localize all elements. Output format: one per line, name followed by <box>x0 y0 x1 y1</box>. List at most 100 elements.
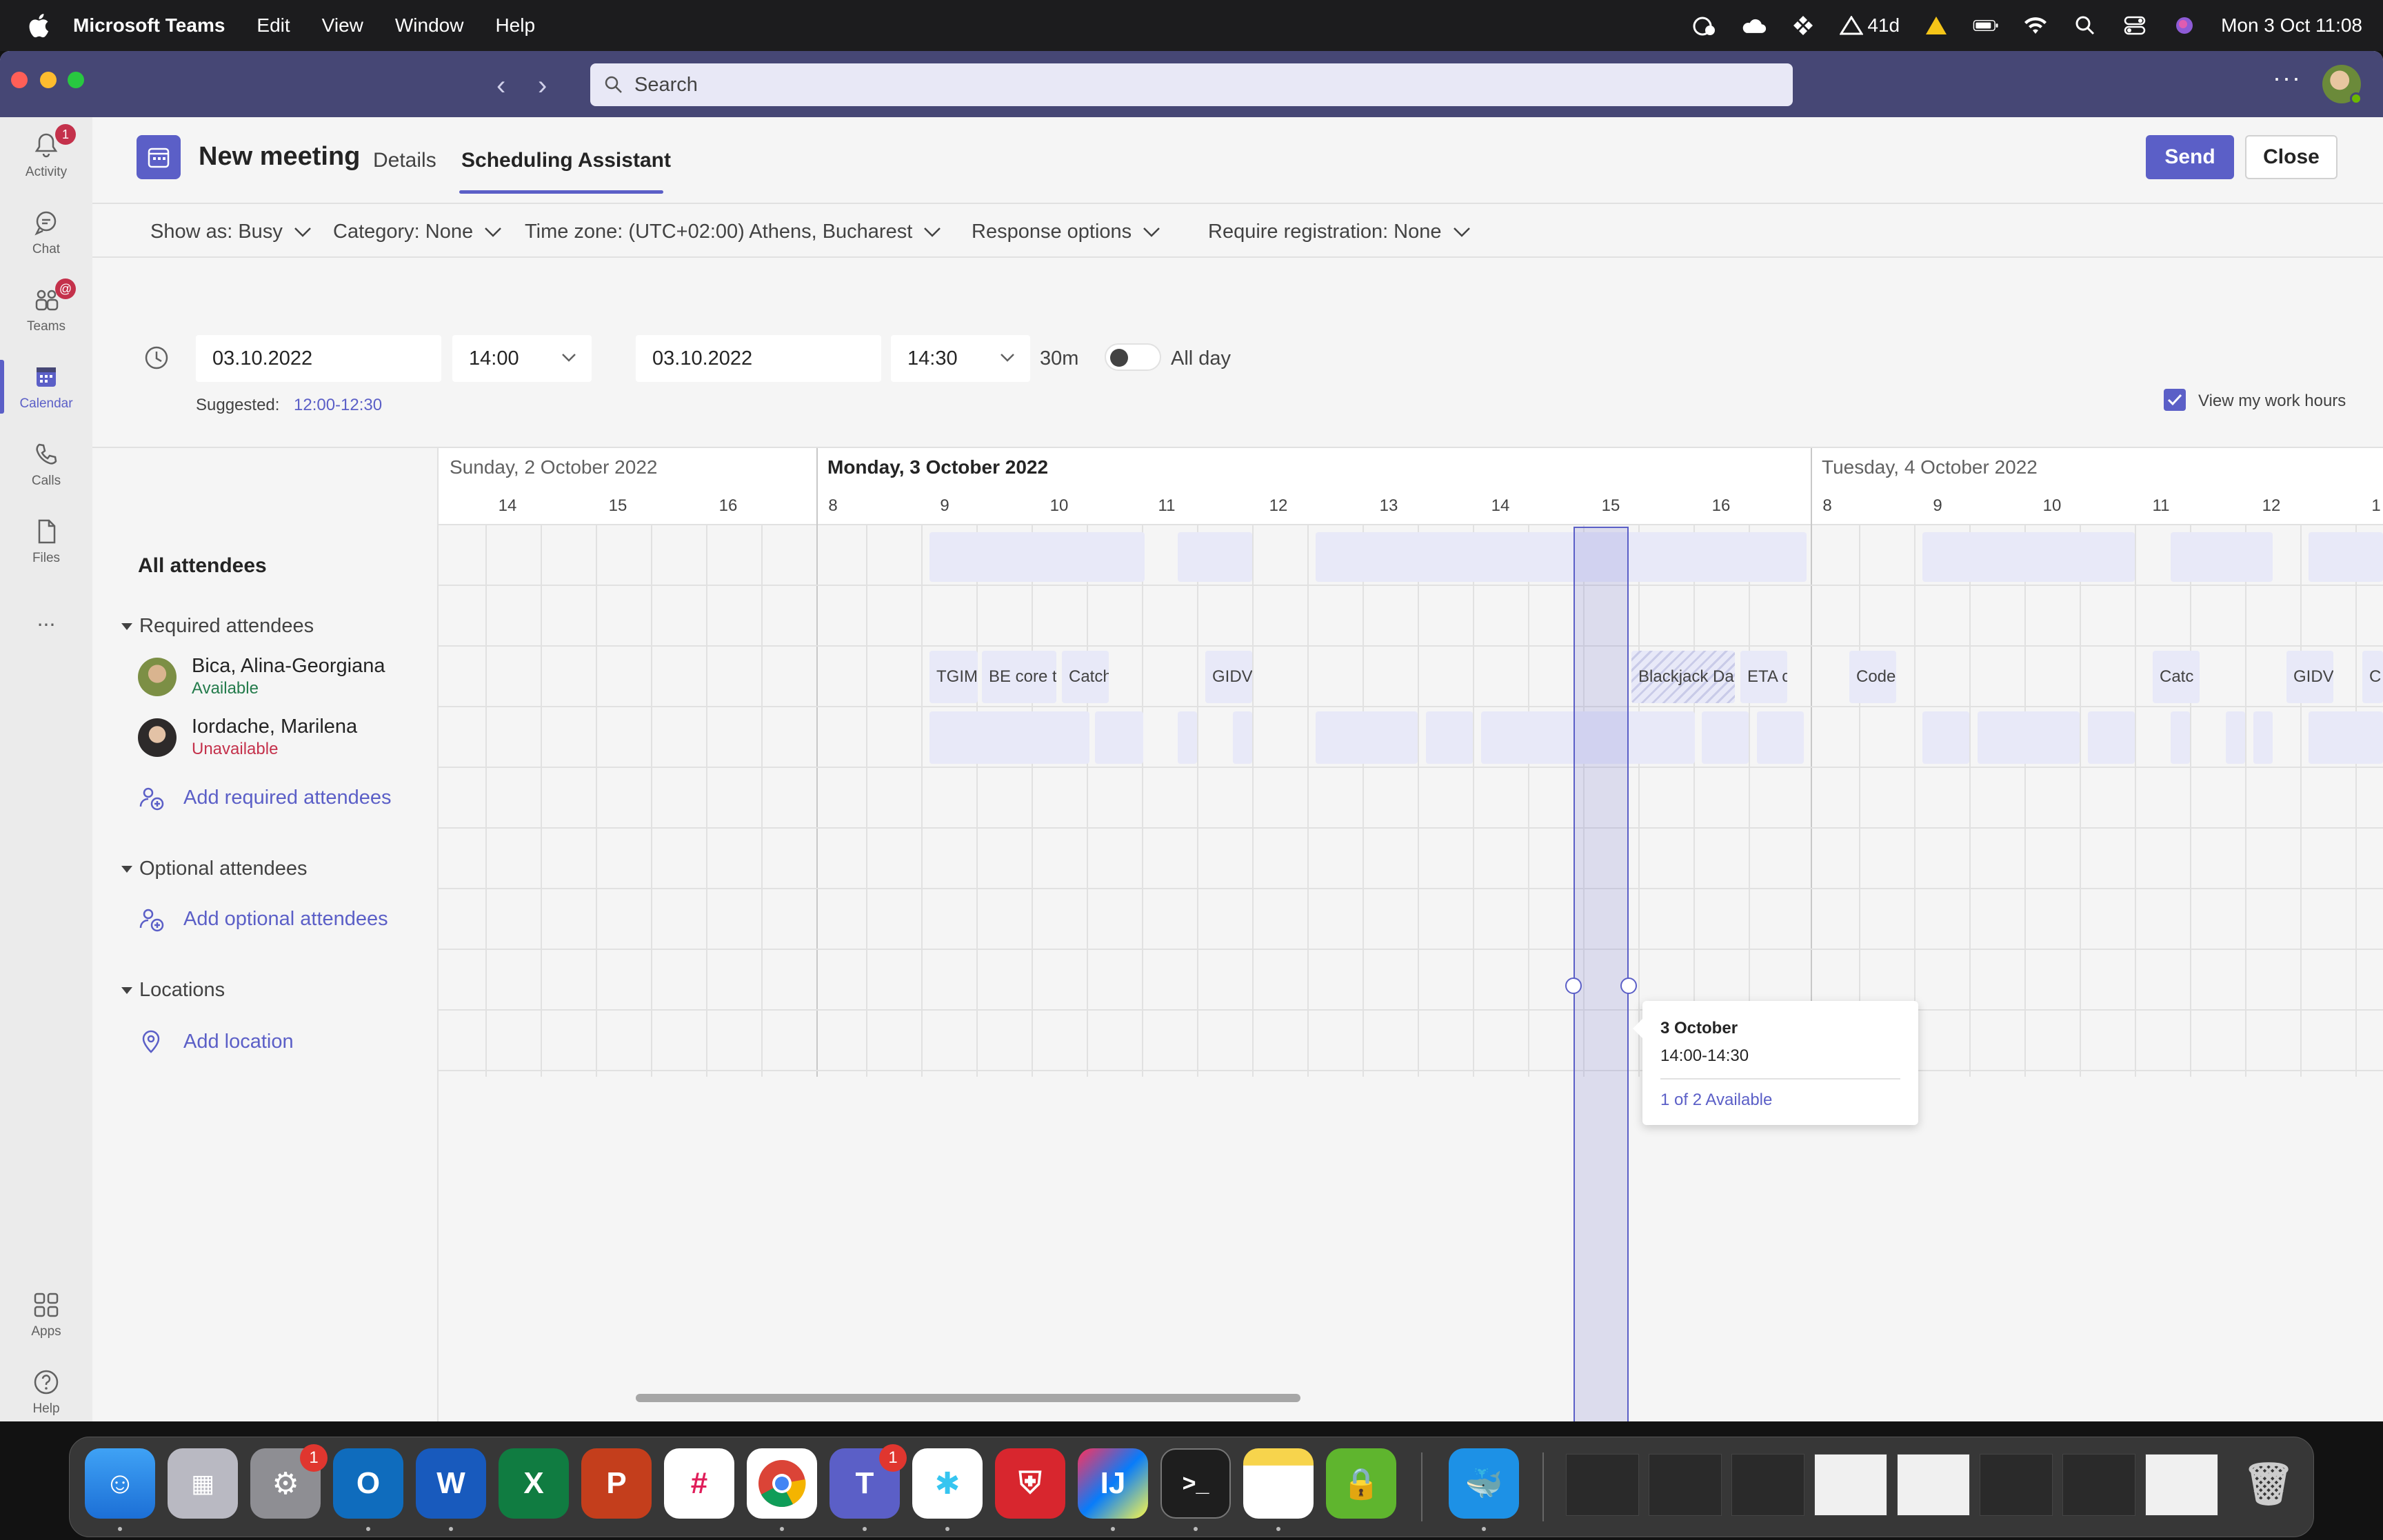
event-block[interactable]: GIDV <box>2286 651 2333 703</box>
minimize-window-button[interactable] <box>40 72 57 88</box>
event-block[interactable]: BE core t <box>982 651 1056 703</box>
tab-details[interactable]: Details <box>373 149 436 172</box>
end-time-dropdown[interactable]: 14:30 <box>891 335 1030 382</box>
event-block[interactable]: Blackjack Da <box>1631 651 1735 703</box>
control-center-icon[interactable] <box>2122 15 2148 36</box>
work-hours-checkbox[interactable] <box>2164 389 2186 411</box>
selection-end-handle[interactable] <box>1620 977 1637 994</box>
outlook-icon[interactable]: O <box>333 1448 403 1519</box>
scheduling-timeline[interactable]: Sunday, 2 October 2022 Monday, 3 October… <box>439 448 2383 1421</box>
launchpad-icon[interactable]: ▦ <box>168 1448 238 1519</box>
start-time-dropdown[interactable]: 14:00 <box>452 335 592 382</box>
selection-start-handle[interactable] <box>1565 977 1582 994</box>
tooltip-availability-link[interactable]: 1 of 2 Available <box>1660 1091 1772 1110</box>
response-options-dropdown[interactable]: Response options <box>972 221 1160 243</box>
menu-app-name[interactable]: Microsoft Teams <box>73 14 225 37</box>
registration-dropdown[interactable]: Require registration: None <box>1208 221 1471 243</box>
notes-icon[interactable] <box>1243 1448 1314 1519</box>
minimized-window-thumbnail[interactable] <box>2062 1454 2135 1516</box>
time-zone-dropdown[interactable]: Time zone: (UTC+02:00) Athens, Bucharest <box>525 221 941 243</box>
trash-icon[interactable]: 🗑 <box>2233 1448 2304 1519</box>
attendee-row[interactable]: Iordache, Marilena Unavailable <box>138 716 357 759</box>
attendee-row[interactable]: Bica, Alina-Georgiana Available <box>138 655 385 698</box>
minimized-window-thumbnail[interactable] <box>1980 1454 2053 1516</box>
tab-scheduling-assistant[interactable]: Scheduling Assistant <box>461 149 671 172</box>
rail-item-activity[interactable]: Activity 1 <box>0 117 92 193</box>
event-block[interactable]: ETA c <box>1740 651 1787 703</box>
rail-item-teams[interactable]: Teams @ <box>0 272 92 347</box>
close-button[interactable]: Close <box>2245 135 2337 179</box>
user-avatar[interactable] <box>2322 65 2362 105</box>
wifi-icon[interactable] <box>2022 15 2049 36</box>
rail-item-help[interactable]: Help <box>0 1354 92 1421</box>
minimized-window-thumbnail[interactable] <box>1897 1454 1970 1516</box>
cloud-icon[interactable] <box>1740 15 1767 36</box>
menubar-clock[interactable]: Mon 3 Oct 11:08 <box>2221 14 2362 37</box>
minimized-window-thumbnail[interactable] <box>1566 1454 1639 1516</box>
forward-arrow-icon[interactable]: › <box>538 70 547 101</box>
close-window-button[interactable] <box>11 72 28 88</box>
back-arrow-icon[interactable]: ‹ <box>496 70 505 101</box>
menu-edit[interactable]: Edit <box>257 14 290 37</box>
event-block[interactable]: GIDV <box>1205 651 1252 703</box>
minimized-window-thumbnail[interactable] <box>2145 1454 2218 1516</box>
zoom-window-button[interactable] <box>68 72 84 88</box>
search-input[interactable]: Search <box>590 63 1793 106</box>
rail-item-calls[interactable]: Calls <box>0 426 92 502</box>
end-date-input[interactable]: 03.10.2022 <box>636 335 881 382</box>
chrome-icon[interactable] <box>747 1448 817 1519</box>
rail-item-chat[interactable]: Chat <box>0 194 92 270</box>
more-options-icon[interactable]: ··· <box>2273 63 2302 92</box>
warning-icon[interactable] <box>1923 15 1949 36</box>
locations-section[interactable]: Locations <box>121 979 225 1002</box>
show-as-dropdown[interactable]: Show as: Busy <box>150 221 312 243</box>
event-block[interactable]: TGIM <box>929 651 978 703</box>
word-icon[interactable]: W <box>416 1448 486 1519</box>
teams-icon[interactable]: T1 <box>829 1444 907 1519</box>
rail-more-icon[interactable]: ... <box>0 580 92 656</box>
rail-item-files[interactable]: Files <box>0 503 92 579</box>
event-block[interactable]: Catch <box>1062 651 1109 703</box>
powerpoint-icon[interactable]: P <box>581 1448 652 1519</box>
add-required-attendees-button[interactable]: Add required attendees <box>138 784 392 811</box>
add-optional-attendees-button[interactable]: Add optional attendees <box>138 906 388 932</box>
finder-icon[interactable]: ☺ <box>85 1448 155 1519</box>
minimized-window-thumbnail[interactable] <box>1649 1454 1722 1516</box>
horizontal-scrollbar[interactable] <box>636 1394 1300 1402</box>
accessibility-status-icon[interactable] <box>1691 15 1717 36</box>
send-button[interactable]: Send <box>2146 135 2234 179</box>
suggested-time-link[interactable]: 12:00-12:30 <box>294 396 382 415</box>
docker-icon[interactable]: 🐳 <box>1449 1448 1519 1519</box>
rail-item-apps[interactable]: Apps <box>0 1277 92 1352</box>
excel-icon[interactable]: X <box>499 1448 569 1519</box>
meeting-time-selection[interactable] <box>1573 527 1629 1421</box>
menu-window[interactable]: Window <box>395 14 464 37</box>
menu-help[interactable]: Help <box>495 14 535 37</box>
settings-icon[interactable]: ⚙ 1 <box>250 1444 328 1519</box>
slack-icon[interactable]: ✱ <box>912 1448 983 1519</box>
event-block[interactable]: Catc <box>2153 651 2200 703</box>
shield-icon[interactable]: ⛨ <box>995 1448 1065 1519</box>
add-location-button[interactable]: Add location <box>138 1029 294 1055</box>
siri-icon[interactable] <box>2171 15 2198 36</box>
network-monitor[interactable]: 41d <box>1840 14 1900 37</box>
optional-attendees-section[interactable]: Optional attendees <box>121 858 307 880</box>
battery-icon[interactable] <box>1973 15 1999 36</box>
spotlight-search-icon[interactable] <box>2072 15 2098 36</box>
sync-icon[interactable] <box>1790 15 1816 36</box>
intellij-icon[interactable]: IJ <box>1078 1448 1148 1519</box>
event-block[interactable]: Code <box>1849 651 1896 703</box>
category-dropdown[interactable]: Category: None <box>333 221 502 243</box>
apple-menu-icon[interactable] <box>26 12 50 39</box>
menu-view[interactable]: View <box>322 14 363 37</box>
start-date-input[interactable]: 03.10.2022 <box>196 335 441 382</box>
minimized-window-thumbnail[interactable] <box>1731 1454 1804 1516</box>
minimized-window-thumbnail[interactable] <box>1814 1454 1887 1516</box>
all-day-toggle[interactable] <box>1105 343 1161 371</box>
terminal-icon[interactable]: >_ <box>1160 1448 1231 1519</box>
event-block[interactable]: C <box>2362 651 2383 703</box>
rail-item-calendar[interactable]: Calendar <box>0 349 92 425</box>
lock-icon[interactable]: 🔒 <box>1326 1448 1396 1519</box>
slack-icon[interactable]: # <box>664 1448 734 1519</box>
required-attendees-section[interactable]: Required attendees <box>121 615 314 638</box>
